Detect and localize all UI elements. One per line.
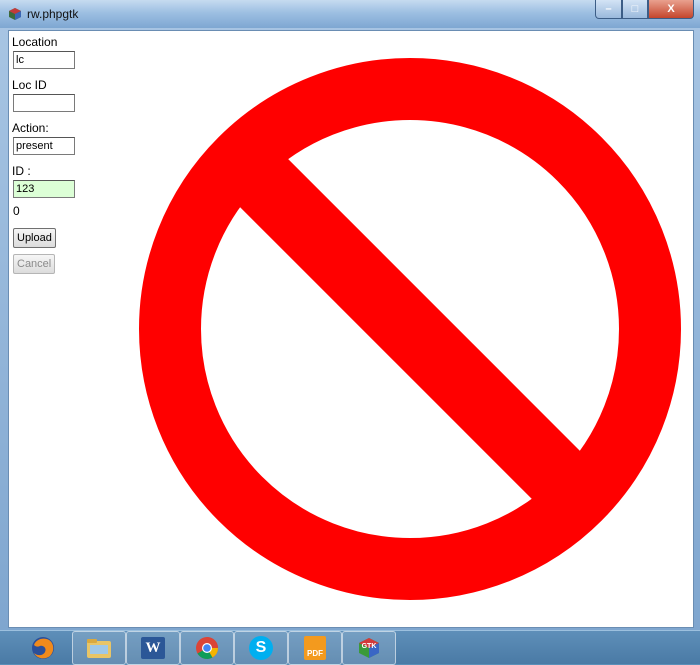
maximize-button[interactable]: □ [622,0,648,19]
skype-icon-letter: S [255,639,267,656]
word-icon: W [141,637,165,659]
taskbar-item-explorer[interactable] [72,631,126,665]
id-field[interactable] [13,180,75,198]
action-label: Action: [12,121,49,135]
window-client-area: Location Loc ID Action: ID : 0 Upload Ca… [8,30,694,628]
gtk-app-icon [9,8,21,20]
skype-icon: S [249,636,273,660]
loc-id-label: Loc ID [12,78,47,92]
loc-id-field[interactable] [13,94,75,112]
taskbar-item-firefox[interactable] [16,631,70,665]
location-field[interactable] [13,51,75,69]
file-explorer-icon [87,639,111,658]
prohibited-icon [139,58,681,600]
window-title: rw.phpgtk [27,7,79,21]
title-bar[interactable]: rw.phpgtk – □ X [0,0,700,28]
minimize-button[interactable]: – [595,0,622,19]
taskbar-item-word[interactable]: W [126,631,180,665]
record-count: 0 [13,204,20,218]
close-button[interactable]: X [648,0,694,19]
taskbar-item-chrome[interactable] [180,631,234,665]
pdf-icon-label: PDF [307,649,323,658]
app-window: rw.phpgtk – □ X Location Loc ID Action: … [0,0,700,630]
upload-form: Location Loc ID Action: ID : 0 Upload Ca… [9,31,95,627]
upload-button[interactable]: Upload [13,228,56,248]
firefox-icon [32,637,54,659]
word-icon-letter: W [145,639,161,656]
gtk-icon-label: GTK [361,643,377,650]
cancel-button[interactable]: Cancel [13,254,56,274]
taskbar-item-pdf[interactable]: PDF [288,631,342,665]
action-field[interactable] [13,137,75,155]
location-label: Location [12,35,58,49]
pdf-icon: PDF [304,636,326,660]
taskbar: W S PDF GTK [0,630,700,665]
taskbar-item-skype[interactable]: S [234,631,288,665]
chrome-icon [196,637,218,659]
gtk-icon: GTK [357,636,381,660]
taskbar-item-gtk[interactable]: GTK [342,631,396,665]
id-label: ID : [12,164,31,178]
